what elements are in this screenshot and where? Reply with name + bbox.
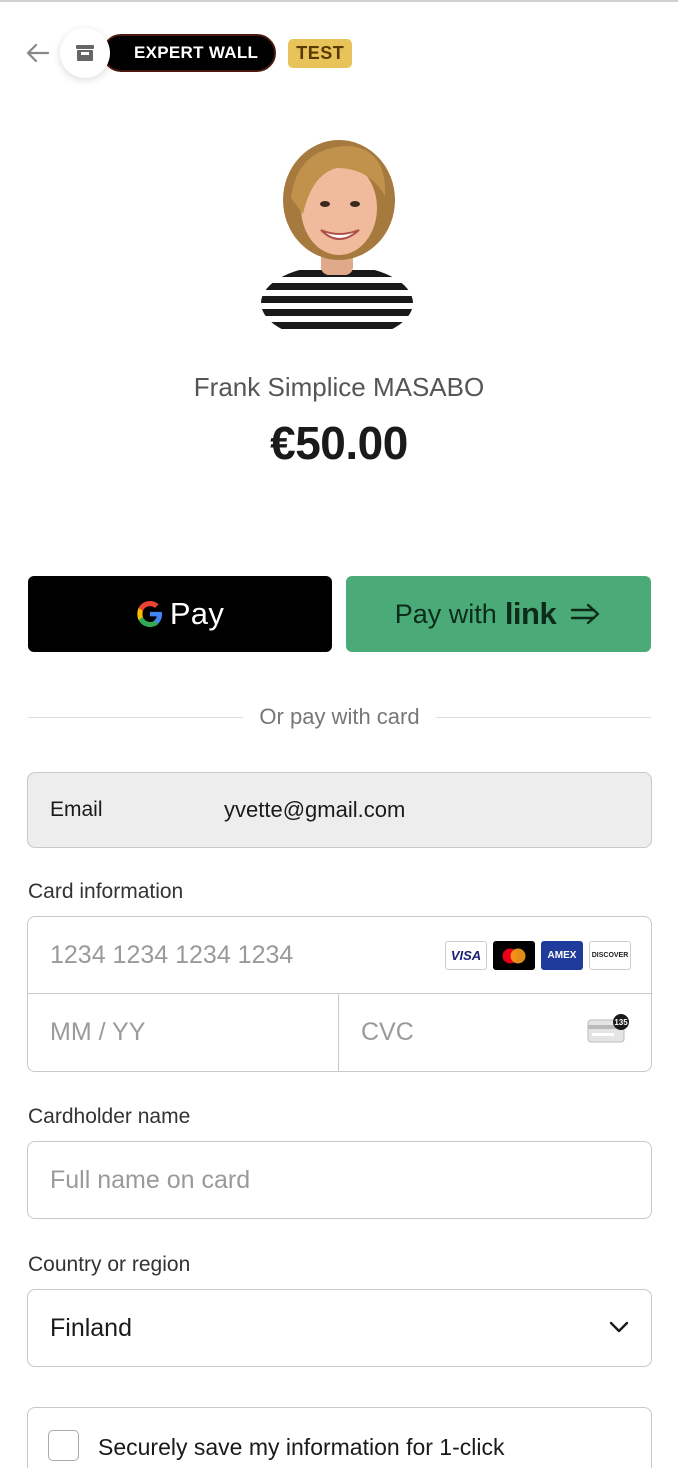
cvc-card-icon: 135 xyxy=(587,1014,629,1043)
discover-icon: DISCOVER xyxy=(589,941,631,970)
merchant-name: EXPERT WALL xyxy=(102,34,277,72)
card-information-group: 1234 1234 1234 1234 VISA AMEX DISCOVER M… xyxy=(27,916,652,1072)
cvc-hint-text: 135 xyxy=(614,1018,628,1027)
checkout-header: EXPERT WALL TEST xyxy=(24,28,353,78)
save-info-checkbox[interactable] xyxy=(48,1430,79,1461)
product-price: €50.00 xyxy=(270,417,408,469)
country-value: Finland xyxy=(50,1313,132,1342)
email-value: yvette@gmail.com xyxy=(224,797,406,822)
cardholder-name-input[interactable]: Full name on card xyxy=(27,1141,652,1219)
pay-with-link-button[interactable]: Pay with link xyxy=(346,576,651,652)
mastercard-icon xyxy=(493,941,535,970)
cardholder-name-placeholder: Full name on card xyxy=(50,1165,251,1194)
email-label: Email xyxy=(50,798,103,821)
product-name: Frank Simplice MASABO xyxy=(193,372,485,402)
visa-icon: VISA xyxy=(445,941,487,970)
country-label: Country or region xyxy=(28,1253,191,1276)
country-select[interactable]: Finland xyxy=(27,1289,652,1367)
chevron-down-icon xyxy=(609,1321,629,1333)
card-cvc-placeholder: CVC xyxy=(361,1018,414,1046)
back-arrow-icon[interactable] xyxy=(24,39,52,67)
top-border xyxy=(0,0,678,2)
link-logo: link xyxy=(504,596,557,631)
card-cvc-input[interactable]: CVC 135 xyxy=(339,994,651,1071)
card-information-label: Card information xyxy=(28,880,184,903)
storefront-icon xyxy=(60,28,110,78)
amex-icon: AMEX xyxy=(541,941,583,970)
card-expiry-placeholder: MM / YY xyxy=(50,1018,146,1046)
google-pay-button[interactable]: Pay xyxy=(28,576,332,652)
divider-text: Or pay with card xyxy=(259,704,420,729)
card-expiry-input[interactable]: MM / YY xyxy=(28,994,339,1071)
or-divider: Or pay with card xyxy=(28,702,652,732)
save-info-text: Securely save my information for 1-click… xyxy=(98,1434,505,1468)
google-g-icon xyxy=(137,601,162,627)
email-field[interactable]: Email yvette@gmail.com xyxy=(27,772,652,848)
card-number-placeholder: 1234 1234 1234 1234 xyxy=(50,940,294,969)
save-info-box: Securely save my information for 1-click… xyxy=(27,1407,652,1468)
product-avatar xyxy=(261,140,413,338)
card-brand-icons: VISA AMEX DISCOVER xyxy=(445,941,631,970)
divider-line-left xyxy=(28,716,244,718)
google-pay-label: Pay xyxy=(169,596,225,631)
double-arrow-icon xyxy=(571,603,600,625)
link-button-label: Pay with xyxy=(394,598,497,629)
cardholder-name-label: Cardholder name xyxy=(28,1105,191,1128)
test-mode-badge: TEST xyxy=(288,38,353,68)
divider-line-right xyxy=(435,716,652,718)
